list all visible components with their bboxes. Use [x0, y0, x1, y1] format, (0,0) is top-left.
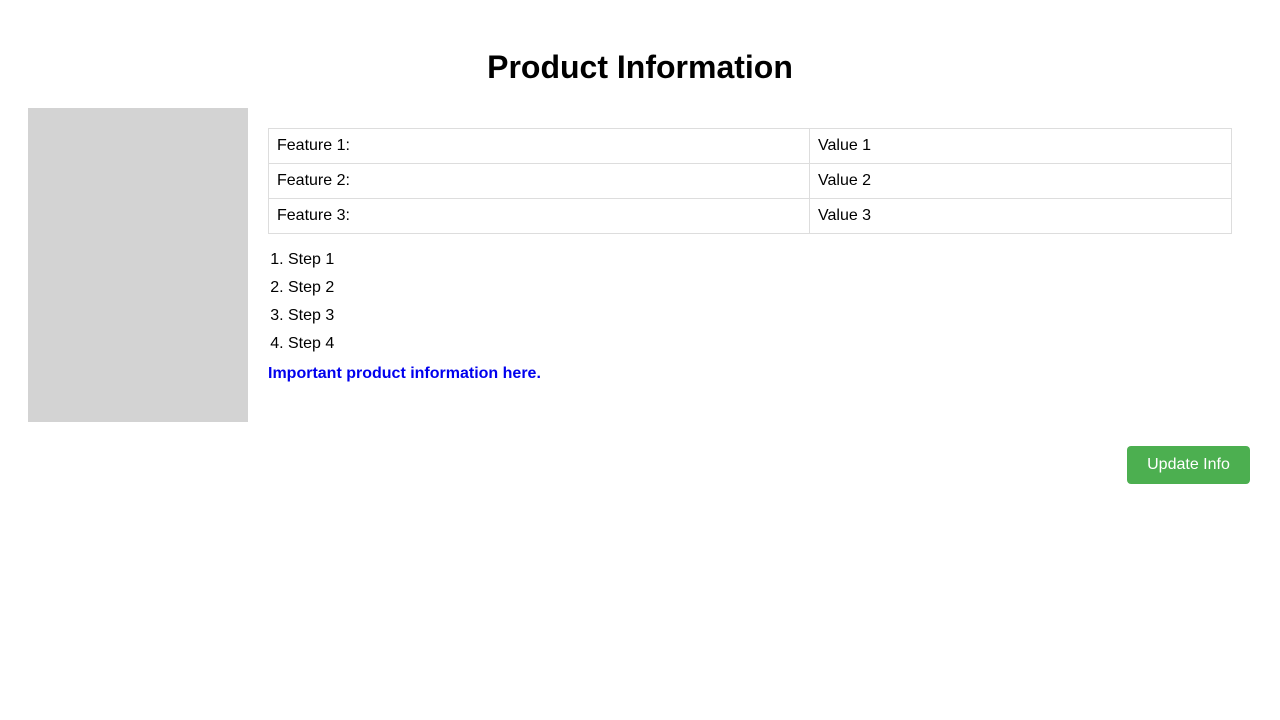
feature-value: Value 3 [809, 198, 1232, 234]
product-image-placeholder [28, 108, 248, 422]
update-info-button[interactable]: Update Info [1127, 446, 1250, 484]
list-item: Step 2 [288, 274, 1232, 302]
page: Product Information Feature 1: Value 1 F… [0, 0, 1280, 720]
feature-value: Value 2 [809, 163, 1232, 199]
feature-label: Feature 1: [268, 128, 810, 164]
table-row: Feature 1: Value 1 [268, 128, 1232, 164]
feature-label: Feature 3: [268, 198, 810, 234]
product-details: Feature 1: Value 1 Feature 2: Value 2 Fe… [268, 128, 1232, 384]
list-item: Step 1 [288, 246, 1232, 274]
list-item: Step 3 [288, 302, 1232, 330]
feature-value: Value 1 [809, 128, 1232, 164]
page-title: Product Information [487, 49, 793, 85]
table-row: Feature 3: Value 3 [268, 198, 1232, 234]
steps-list: Step 1 Step 2 Step 3 Step 4 [268, 246, 1232, 358]
list-item: Step 4 [288, 330, 1232, 358]
feature-table: Feature 1: Value 1 Feature 2: Value 2 Fe… [268, 128, 1232, 234]
feature-label: Feature 2: [268, 163, 810, 199]
important-note: Important product information here. [268, 365, 541, 382]
table-row: Feature 2: Value 2 [268, 163, 1232, 199]
